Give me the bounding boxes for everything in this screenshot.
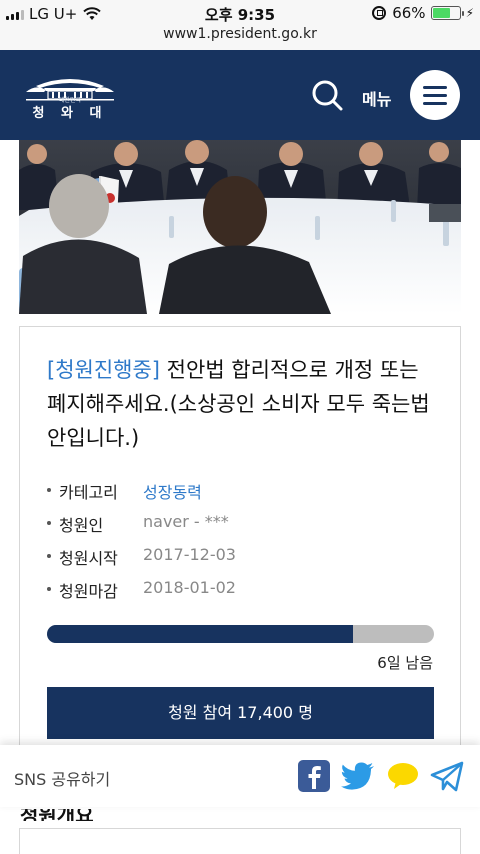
address-bar-url[interactable]: www1.president.go.kr [0,26,480,42]
start-date-value: 2017-12-03 [143,545,236,564]
days-left: 6일 남음 [377,654,433,672]
petition-status: [청원진행중] [47,358,160,382]
next-section-heading: 청원개요 [20,809,94,821]
charging-icon: ⚡ [465,6,474,20]
info-row-petitioner: 청원인 naver - *** [47,508,427,541]
rotation-lock-icon [372,6,387,20]
info-row-end: 청원마감 2018-01-02 [47,574,427,607]
petitioner-value: naver - *** [143,512,229,531]
bullet [47,554,51,558]
logo-text: 청 와 대 [32,106,108,121]
end-date-label: 청원마감 [59,582,118,601]
petition-title: [청원진행중] 전안법 합리적으로 개정 또는 폐지해주세요.(소상공인 소비자… [47,353,437,455]
kakaotalk-icon[interactable] [386,759,420,793]
sns-share-label: SNS 공유하기 [14,770,111,789]
petition-info-list: 카테고리 성장동력 청원인 naver - *** 청원시작 2017-12-0… [47,475,427,607]
bullet [47,587,51,591]
petition-photo [19,140,461,314]
bullet [47,521,51,525]
end-date-value: 2018-01-02 [143,578,236,597]
join-petition-button[interactable]: 청원 참여 17,400 명 [47,687,434,739]
start-date-label: 청원시작 [59,549,118,568]
facebook-icon[interactable] [297,759,331,793]
category-link[interactable]: 성장동력 [143,479,202,503]
petitioner-label: 청원인 [59,516,104,535]
info-row-category: 카테고리 성장동력 [47,475,427,508]
search-icon[interactable] [310,78,344,112]
status-right: 66% ⚡ [372,4,474,22]
petition-card: [청원진행중] 전안법 합리적으로 개정 또는 폐지해주세요.(소상공인 소비자… [19,326,461,766]
next-section-card [19,828,461,854]
site-header: 대한민국 청 와 대 메뉴 [0,50,480,140]
info-row-start: 청원시작 2017-12-03 [47,541,427,574]
category-label: 카테고리 [59,483,118,502]
twitter-icon[interactable] [340,759,376,793]
menu-label[interactable]: 메뉴 [362,86,391,110]
menu-button[interactable] [410,70,460,120]
bullet [47,488,51,492]
sns-share-bar: SNS 공유하기 [0,745,480,807]
telegram-icon[interactable] [430,759,464,793]
battery-percent: 66% [392,4,426,22]
battery-icon [430,6,464,20]
progress-fill [47,625,353,643]
status-bar: LG U+ 오후 9:35 66% ⚡ www1.president.go.kr [0,0,480,50]
petition-progress-bar [47,625,434,643]
